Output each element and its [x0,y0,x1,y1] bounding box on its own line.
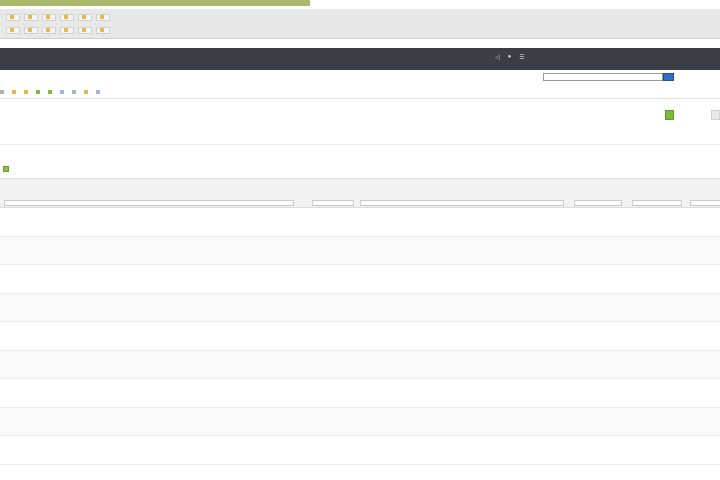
folder-icon [64,15,68,19]
folder-icon [82,15,86,19]
folder-icon [64,28,68,32]
folder-icon [82,28,86,32]
bookmarks-row-1 [6,13,110,21]
table-row[interactable] [0,293,720,322]
folder-icon [100,15,104,19]
filter-icon [3,166,9,172]
folder-icon [46,15,50,19]
date-to-filter-input[interactable] [632,200,682,206]
folder-icon [46,28,50,32]
name-filter-input[interactable] [4,200,294,206]
breadcrumb-item[interactable] [36,90,42,94]
folder-icon [12,90,16,94]
bookmark-item[interactable] [24,26,38,34]
speaker-icon[interactable]: ◁ [495,54,500,61]
nav-icon-group: ◁ ● ☰ [495,54,525,61]
search-button[interactable] [663,73,674,81]
table-row[interactable] [0,407,720,436]
folder-icon [10,28,14,32]
description-filter-input[interactable] [360,200,564,206]
settings-icon[interactable]: ☰ [519,54,524,61]
breadcrumb [0,88,720,96]
folder-icon [28,15,32,19]
grid-body [0,208,720,465]
secondary-action-button[interactable] [690,110,720,122]
bookmark-item[interactable] [60,13,74,21]
breadcrumb-item[interactable] [84,90,90,94]
doc-icon [36,90,40,94]
divider [0,98,720,99]
extra-filter-input[interactable] [690,200,720,206]
table-row[interactable] [0,265,720,294]
home-icon [0,90,4,94]
bookmark-item[interactable] [96,13,110,21]
breadcrumb-item[interactable] [60,90,66,94]
search-input[interactable] [543,73,663,81]
divider [0,144,720,145]
breadcrumb-item[interactable] [24,90,30,94]
filter-info [0,166,12,172]
bookmark-item[interactable] [6,13,20,21]
folder-icon [100,28,104,32]
table-row[interactable] [0,350,720,379]
page-load-progress-bar [0,0,310,6]
bookmark-item[interactable] [96,26,110,34]
doc-icon [60,90,64,94]
breadcrumb-item[interactable] [0,90,6,94]
main-navigation-bar: ◁ ● ☰ [0,48,720,70]
grid-header [0,178,720,208]
bookmark-item[interactable] [42,26,56,34]
bookmarks-row-2 [6,26,110,34]
doc-icon [72,90,76,94]
add-icon [664,110,674,120]
bookmark-item[interactable] [78,13,92,21]
add-button[interactable] [644,110,694,122]
table-row[interactable] [0,379,720,408]
bookmark-item[interactable] [60,26,74,34]
breadcrumb-item[interactable] [96,90,102,94]
doc-icon [96,90,100,94]
bookmark-item[interactable] [24,13,38,21]
folder-icon [28,28,32,32]
breadcrumb-item[interactable] [72,90,78,94]
table-row[interactable] [0,322,720,351]
document-icon [710,110,720,120]
user-icon[interactable]: ● [508,54,512,61]
table-row[interactable] [0,436,720,465]
folder-icon [10,15,14,19]
bookmark-item[interactable] [42,13,56,21]
table-row[interactable] [0,208,720,237]
doc-icon [48,90,52,94]
browser-bookmarks-bar [0,9,720,39]
date-from-filter-input[interactable] [574,200,622,206]
breadcrumb-item[interactable] [12,90,18,94]
bookmark-item[interactable] [78,26,92,34]
status-filter-input[interactable] [312,200,354,206]
folder-icon [84,90,88,94]
data-grid [0,178,720,465]
folder-icon [24,90,28,94]
table-row[interactable] [0,236,720,265]
breadcrumb-item[interactable] [48,90,54,94]
bookmark-item[interactable] [6,26,20,34]
